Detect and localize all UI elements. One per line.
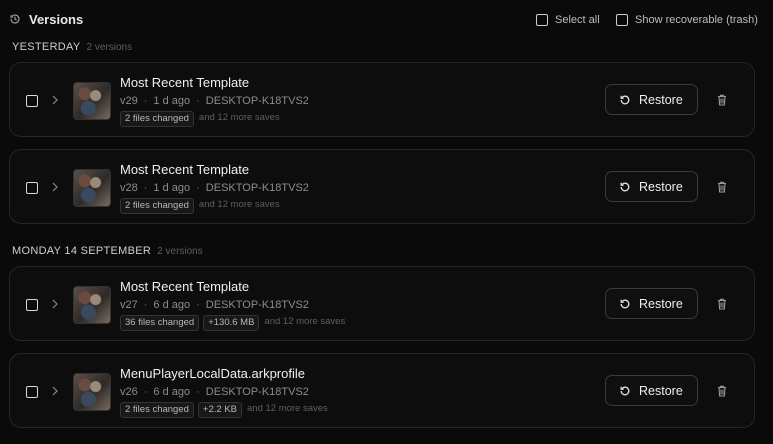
meta-separator: · <box>196 182 200 194</box>
restore-icon <box>620 386 630 396</box>
version-card[interactable]: Most Recent Template v29 · 1 d ago · DESKTOP… <box>9 62 755 137</box>
profile-thumbnail <box>73 82 111 120</box>
version-meta: v27 · 6 d ago · DESKTOP-K18TVS2 <box>120 299 309 311</box>
restore-label: Restore <box>639 93 683 107</box>
version-card[interactable]: MenuPlayerLocalData.arkprofile v26 · 6 d a… <box>9 353 755 428</box>
version-card[interactable]: Most Recent Template v28 · 1 d ago · DESKTOP… <box>9 149 755 224</box>
more-saves-text: and 12 more saves <box>247 403 328 414</box>
files-changed-badge: 36 files changed <box>120 315 200 331</box>
version-number: v26 <box>120 386 138 398</box>
group-count: 2 versions <box>86 42 133 53</box>
version-name: Most Recent Template <box>120 75 250 90</box>
select-all-checkbox[interactable] <box>536 14 548 26</box>
chevron-right-icon[interactable] <box>50 385 60 397</box>
files-changed-badge: 2 files changed <box>120 198 194 214</box>
restore-label: Restore <box>639 384 683 398</box>
version-age: 1 d ago <box>153 95 191 107</box>
trash-icon[interactable] <box>717 181 727 193</box>
restore-icon <box>620 299 630 309</box>
version-name: MenuPlayerLocalData.arkprofile <box>120 366 305 381</box>
show-recoverable-label[interactable]: Show recoverable (trash) <box>635 14 758 26</box>
versions-header: Versions Select all Show recoverable (tr… <box>0 0 773 40</box>
chevron-right-icon[interactable] <box>50 298 60 310</box>
group-count: 2 versions <box>157 246 203 257</box>
version-checkbox[interactable] <box>26 182 38 194</box>
group-heading: YESTERDAY 2 versions <box>12 41 132 53</box>
version-age: 6 d ago <box>153 386 191 398</box>
restore-icon <box>620 182 630 192</box>
meta-separator: · <box>196 299 200 311</box>
trash-icon[interactable] <box>717 385 727 397</box>
version-checkbox[interactable] <box>26 299 38 311</box>
version-badges: 2 files changed and 12 more saves <box>120 111 280 127</box>
version-name: Most Recent Template <box>120 162 250 177</box>
more-saves-text: and 12 more saves <box>198 112 280 123</box>
select-all-label[interactable]: Select all <box>555 14 600 26</box>
version-card[interactable]: Most Recent Template v27 · 6 d ago · DESKTOP… <box>9 266 755 341</box>
version-number: v29 <box>120 95 138 107</box>
more-saves-text: and 12 more saves <box>264 316 346 327</box>
version-meta: v28 · 1 d ago · DESKTOP-K18TVS2 <box>120 182 309 194</box>
show-recoverable-checkbox[interactable] <box>616 14 628 26</box>
size-delta-badge: +130.6 MB <box>203 315 260 331</box>
version-meta: v26 · 6 d ago · DESKTOP-K18TVS2 <box>120 386 309 398</box>
version-host: DESKTOP-K18TVS2 <box>205 182 309 194</box>
trash-icon[interactable] <box>717 94 727 106</box>
group-heading: MONDAY 14 SEPTEMBER 2 versions <box>12 245 203 257</box>
version-host: DESKTOP-K18TVS2 <box>205 95 309 107</box>
restore-label: Restore <box>639 297 683 311</box>
version-number: v27 <box>120 299 138 311</box>
version-checkbox[interactable] <box>26 95 38 107</box>
meta-separator: · <box>196 95 200 107</box>
profile-thumbnail <box>73 169 111 207</box>
meta-separator: · <box>143 299 148 311</box>
version-badges: 2 files changed and 12 more saves <box>120 198 280 214</box>
group-label: YESTERDAY <box>12 41 81 53</box>
restore-button[interactable]: Restore <box>605 375 698 406</box>
meta-separator: · <box>143 386 148 398</box>
chevron-right-icon[interactable] <box>50 181 60 193</box>
version-age: 1 d ago <box>153 182 191 194</box>
size-delta-badge: +2.2 KB <box>197 402 242 418</box>
files-changed-badge: 2 files changed <box>120 402 194 418</box>
group-label: MONDAY 14 SEPTEMBER <box>12 245 152 257</box>
page-title: Versions <box>29 12 84 27</box>
version-host: DESKTOP-K18TVS2 <box>205 299 309 311</box>
restore-icon <box>620 95 630 105</box>
trash-icon[interactable] <box>717 298 727 310</box>
profile-thumbnail <box>73 286 111 324</box>
restore-button[interactable]: Restore <box>605 171 698 202</box>
restore-label: Restore <box>639 180 683 194</box>
version-name: Most Recent Template <box>120 279 250 294</box>
more-saves-text: and 12 more saves <box>198 199 280 210</box>
meta-separator: · <box>143 182 148 194</box>
version-number: v28 <box>120 182 138 194</box>
history-icon <box>10 14 20 24</box>
restore-button[interactable]: Restore <box>605 84 698 115</box>
version-badges: 36 files changed +130.6 MB and 12 more sav… <box>120 315 345 331</box>
restore-button[interactable]: Restore <box>605 288 698 319</box>
version-checkbox[interactable] <box>26 386 38 398</box>
version-age: 6 d ago <box>153 299 191 311</box>
profile-thumbnail <box>73 373 111 411</box>
meta-separator: · <box>143 95 148 107</box>
meta-separator: · <box>196 386 200 398</box>
files-changed-badge: 2 files changed <box>120 111 194 127</box>
version-host: DESKTOP-K18TVS2 <box>205 386 309 398</box>
version-meta: v29 · 1 d ago · DESKTOP-K18TVS2 <box>120 95 309 107</box>
chevron-right-icon[interactable] <box>50 94 60 106</box>
version-badges: 2 files changed +2.2 KB and 12 more saves <box>120 402 328 418</box>
